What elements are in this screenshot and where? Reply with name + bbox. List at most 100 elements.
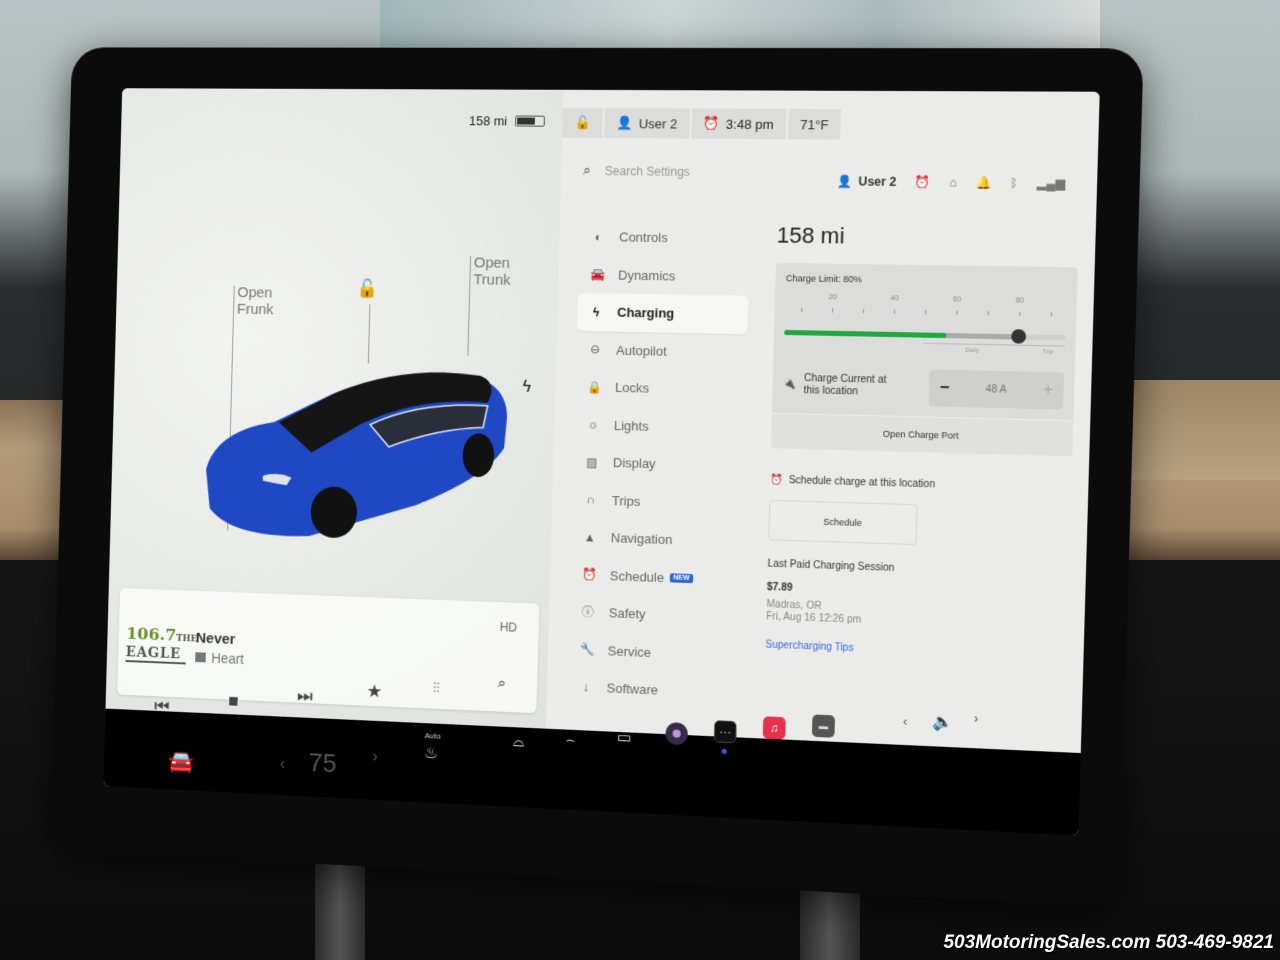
front-defrost-icon[interactable]: ⌢ [565, 732, 575, 749]
sidebar-item-schedule[interactable]: ⏰ Schedule NEW [569, 555, 741, 599]
charge-limit-card: Charge Limit: 80% 20 40 60 80 Daily Trip [770, 262, 1078, 457]
trunk-callout-line [467, 256, 472, 356]
charge-current-row: 🔌 Charge Current at this location − 48 A… [782, 356, 1065, 420]
sentry-alarm-icon: ⏰ [703, 115, 721, 131]
schedule-button[interactable]: Schedule [768, 499, 918, 546]
homelink-garage-icon[interactable]: ⌂ [949, 175, 957, 189]
cabin-temperature[interactable]: 75 [308, 747, 337, 779]
slider-thumb[interactable] [1011, 329, 1027, 344]
schedule-charge-text: Schedule charge at this location [788, 475, 936, 491]
volume-down-chevron[interactable]: ‹ [903, 714, 908, 728]
sidebar-item-safety[interactable]: ⓘ Safety [568, 593, 740, 637]
open-frunk-button[interactable]: Open Frunk [237, 284, 274, 318]
slider-tick [987, 311, 990, 316]
sidebar-item-label: Locks [614, 380, 650, 396]
slider-current-charge [784, 329, 947, 339]
sidebar-item-display[interactable]: ▨ Display [573, 443, 745, 485]
settings-nav: ◐ Controls 🚘 Dynamics ϟ Charging ⊖ Autopilot 🔒 Lo… [566, 218, 750, 713]
charging-content: 158 mi Charge Limit: 80% 20 40 60 80 Daily … [765, 222, 1079, 662]
notification-bell-icon[interactable]: 🔔 [975, 175, 991, 190]
car-model-image [204, 368, 509, 544]
next-track-icon[interactable]: ⏭ [297, 686, 313, 707]
stop-icon[interactable]: ■ [228, 691, 239, 712]
music-app-icon[interactable]: ♫ [762, 716, 786, 740]
hd-radio-icon[interactable]: HD [500, 620, 517, 635]
header-user-button[interactable]: 👤 User 2 [837, 174, 897, 189]
camera-app-icon[interactable] [665, 722, 689, 746]
outside-temperature: 71°F [787, 108, 842, 140]
sidebar-item-autopilot[interactable]: ⊖ Autopilot [576, 330, 748, 371]
seat-heat-auto-label: Auto [424, 731, 441, 741]
download-icon: ↓ [582, 680, 589, 695]
slider-tick [956, 310, 958, 315]
sidebar-item-software[interactable]: ↓ Software [566, 668, 738, 713]
range-heading: 158 mi [776, 222, 845, 249]
bluetooth-icon[interactable]: ᛒ [1010, 176, 1018, 190]
open-charge-port-button[interactable]: Open Charge Port [770, 412, 1074, 457]
user-profile-button[interactable]: 👤 User 2 [604, 107, 690, 139]
daily-label: Daily [965, 347, 980, 355]
decrease-current-button[interactable]: − [939, 379, 949, 398]
equalizer-icon[interactable]: ⫶⫶ [433, 680, 440, 697]
slider-tick [894, 309, 896, 314]
search-settings[interactable]: ⌕ Search Settings [583, 162, 690, 180]
car-icon: 🚘 [590, 267, 606, 282]
seat-heater-icon[interactable]: ♨ [424, 743, 439, 763]
increase-current-button[interactable]: + [1043, 381, 1053, 400]
slider-tick [801, 307, 803, 312]
unlock-icon[interactable]: 🔓 [356, 278, 378, 299]
sidebar-item-lights[interactable]: ☼ Lights [574, 405, 746, 447]
time-text: 3:48 pm [725, 116, 774, 132]
wiper-icon[interactable]: ⌓ [513, 733, 525, 750]
lock-status[interactable]: 🔓 [562, 107, 603, 139]
search-icon[interactable]: ⌕ [497, 675, 506, 692]
sidebar-item-label: Software [606, 680, 659, 698]
sidebar-item-navigation[interactable]: ▲ Navigation [570, 518, 742, 561]
temp-decrease-chevron[interactable]: ‹ [280, 756, 286, 774]
active-app-indicator [721, 748, 727, 755]
charge-current-label: 🔌 Charge Current at this location [783, 372, 887, 399]
battery-icon [515, 115, 545, 127]
charge-current-stepper: − 48 A + [928, 369, 1065, 410]
song-title: Never [195, 629, 236, 648]
unlocked-icon: 🔓 [574, 114, 591, 130]
temp-increase-chevron[interactable]: › [372, 748, 378, 766]
safety-icon: ⓘ [581, 605, 594, 620]
station-name: EAGLE [125, 644, 187, 665]
trunk-label-line2: Trunk [473, 271, 511, 289]
user-name: User 2 [638, 115, 678, 131]
sidebar-item-label: Schedule [609, 567, 665, 585]
slider-tick [925, 310, 927, 315]
lte-signal-icon: ▂▄▆ [1036, 176, 1066, 191]
last-session-title: Last Paid Charging Session [767, 558, 895, 575]
new-badge: NEW [670, 573, 693, 583]
car-icon[interactable]: 🚘 [168, 748, 195, 775]
range-text: 158 mi [468, 113, 508, 129]
sidebar-item-trips[interactable]: ∩ Trips [572, 480, 744, 523]
supercharging-tips-link[interactable]: Supercharging Tips [765, 639, 1067, 662]
display-icon: ▨ [586, 454, 598, 470]
sidebar-item-controls[interactable]: ◐ Controls [579, 218, 751, 258]
sidebar-item-label: Controls [618, 229, 668, 246]
dashcam-app-icon[interactable]: ▬ [811, 714, 836, 738]
clock[interactable]: ⏰ 3:48 pm [690, 108, 787, 140]
toggle-icon: ◐ [594, 229, 603, 244]
favorite-star-icon[interactable]: ★ [366, 681, 382, 702]
charge-port-bolt-icon[interactable]: ϟ [522, 379, 531, 397]
frunk-label-line2: Frunk [236, 300, 274, 319]
volume-up-chevron[interactable]: › [974, 711, 979, 726]
volume-speaker-icon[interactable]: 🔈 [932, 711, 953, 732]
sidebar-item-charging[interactable]: ϟ Charging [576, 292, 749, 334]
open-trunk-button[interactable]: Open Trunk [473, 254, 511, 288]
alarm-clock-icon: ⏰ [769, 474, 783, 486]
charge-current-value: 48 A [985, 383, 1007, 396]
more-apps-icon[interactable]: ··· [713, 720, 737, 744]
sidebar-item-locks[interactable]: 🔒 Locks [575, 368, 747, 410]
search-settings-input[interactable]: Search Settings [605, 164, 690, 179]
slider-tick-label: 80 [1015, 297, 1025, 305]
sidebar-item-dynamics[interactable]: 🚘 Dynamics [578, 255, 750, 295]
battery-fill [517, 117, 536, 125]
rear-defrost-icon[interactable]: ▭ [617, 728, 632, 747]
station-number: 106.7 [125, 624, 177, 646]
alarm-clock-icon[interactable]: ⏰ [915, 175, 931, 189]
